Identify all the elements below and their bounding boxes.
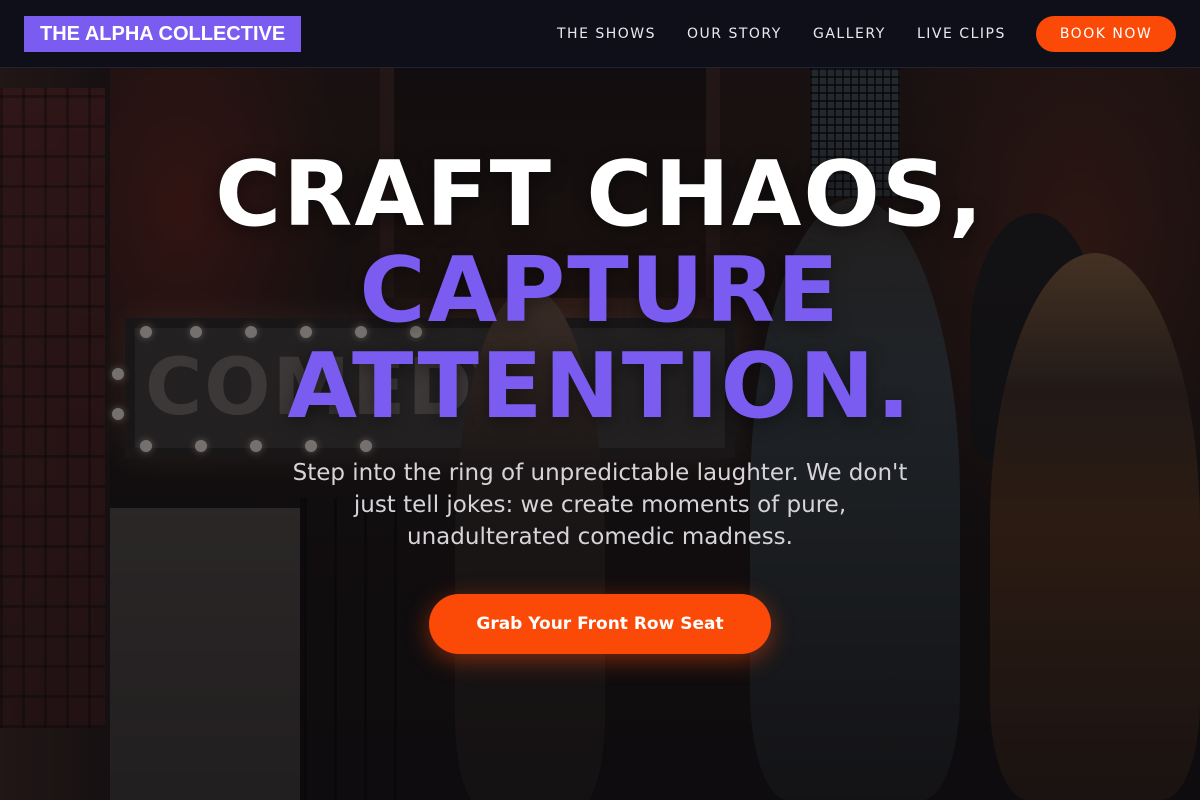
navbar: THE ALPHA COLLECTIVE THE SHOWS OUR STORY…: [0, 0, 1200, 68]
hero-subtitle: Step into the ring of unpredictable laug…: [292, 460, 908, 550]
headline-line-1: CRAFT CHAOS,: [215, 142, 985, 247]
headline-line-3: ATTENTION.: [287, 334, 913, 439]
headline-line-2: CAPTURE: [359, 238, 841, 343]
site-logo[interactable]: THE ALPHA COLLECTIVE: [24, 16, 302, 52]
book-now-button[interactable]: BOOK NOW: [1036, 16, 1176, 52]
nav-link-our-story[interactable]: OUR STORY: [687, 24, 782, 44]
nav-link-gallery[interactable]: GALLERY: [813, 24, 886, 44]
nav-link-live-clips[interactable]: LIVE CLIPS: [917, 24, 1006, 44]
nav-link-the-shows[interactable]: THE SHOWS: [557, 24, 656, 44]
grab-front-row-seat-button[interactable]: Grab Your Front Row Seat: [429, 594, 771, 654]
